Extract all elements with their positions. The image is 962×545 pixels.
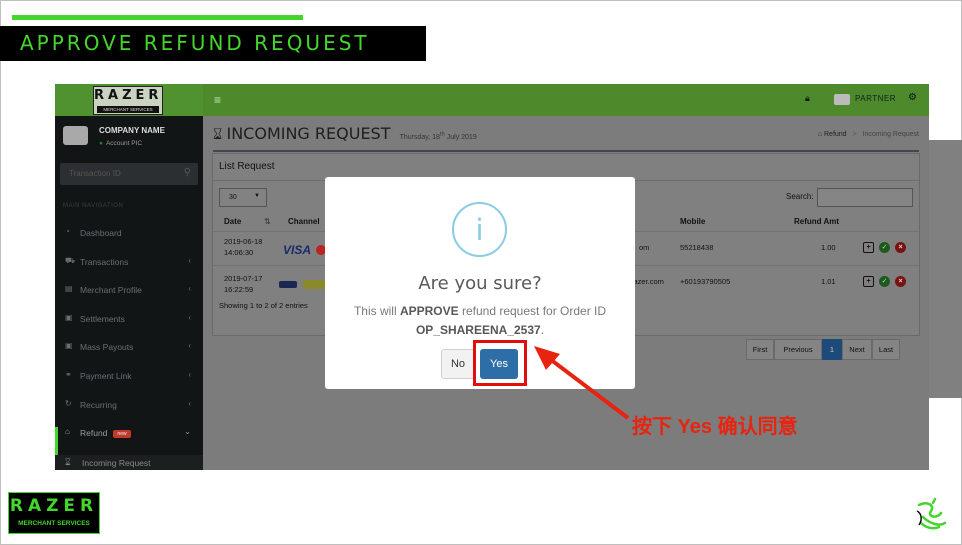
slide-brand-subtitle: MERCHANT SERVICES (18, 520, 90, 527)
transaction-search-placeholder: Transaction ID (69, 169, 121, 178)
chevron-left-icon: ‹ (188, 341, 191, 350)
pager-first[interactable]: First (746, 339, 774, 360)
chevron-left-icon: ‹ (188, 370, 191, 379)
sidebar: COMPANY NAME ● Account PIC Transaction ID… (55, 116, 203, 470)
dashboard-icon: ◔ (65, 227, 70, 236)
user-menu-label[interactable]: PARTNER (855, 94, 896, 103)
top-navbar: RAZER MERCHANT SERVICES ≡ 🔒︎ PARTNER ⚙ (55, 84, 929, 116)
account-pic-label: Account PIC (105, 140, 143, 147)
sidebar-item-label: Payment Link (80, 371, 132, 381)
sidebar-item-label: Mass Payouts (80, 342, 134, 352)
no-button[interactable]: No (441, 349, 475, 379)
sidebar-item-label: Dashboard (80, 228, 122, 238)
sidebar-item-label: Settlements (80, 314, 125, 324)
recurring-icon: ↻ (65, 399, 72, 408)
dialog-text-end: . (540, 323, 545, 337)
refund-icon: ⌂ (65, 427, 70, 436)
company-name: COMPANY NAME (99, 126, 165, 135)
nav-header: MAIN NAVIGATION (63, 203, 124, 209)
pager-last[interactable]: Last (872, 339, 900, 360)
payout-icon: ▣ (65, 341, 73, 350)
slide-title: APPROVE REFUND REQUEST (20, 31, 370, 55)
account-pic: ● Account PIC (99, 140, 142, 147)
sidebar-item-refund[interactable]: ⌂ Refund new ⌄ (55, 420, 203, 446)
slide-brand-word: RAZER (9, 496, 99, 516)
dialog-text-prefix: This will (353, 304, 400, 318)
chevron-down-icon: ⌄ (184, 427, 191, 436)
sidebar-item-merchant-profile[interactable]: ▤ Merchant Profile ‹ (55, 277, 203, 303)
slide-title-bar: APPROVE REFUND REQUEST (0, 26, 426, 61)
info-icon: i (452, 202, 507, 257)
info-glyph: i (475, 213, 484, 247)
razer-logo: RAZER MERCHANT SERVICES (93, 86, 163, 115)
dialog-message: This will APPROVE refund request for Ord… (325, 302, 635, 340)
sidebar-item-transactions[interactable]: ⛟ Transactions ‹ (55, 249, 203, 275)
sidebar-item-payment-link[interactable]: ⚭ Payment Link ‹ (55, 363, 203, 389)
dialog-order-id: OP_SHAREENA_2537 (415, 323, 541, 337)
sidebar-subitem-label: Incoming Request (82, 458, 151, 468)
profile-icon: ▤ (65, 284, 73, 293)
sidebar-item-recurring[interactable]: ↻ Recurring ‹ (55, 392, 203, 418)
gear-icon[interactable]: ⚙ (908, 92, 917, 103)
dialog-text-middle: refund request for Order ID (458, 304, 607, 318)
pager-next[interactable]: Next (842, 339, 872, 360)
dialog-text-action: APPROVE (399, 304, 459, 318)
logo-word: RAZER (94, 88, 163, 103)
annotation-text: 按下 Yes 确认同意 (632, 416, 798, 438)
sidebar-item-dashboard[interactable]: ◔ Dashboard (55, 220, 203, 246)
online-dot-icon: ● (99, 140, 103, 147)
yes-highlight-box (473, 340, 527, 386)
razer-snake-icon (916, 497, 947, 530)
cart-icon: ⛟ (65, 256, 76, 265)
chevron-left-icon: ‹ (188, 256, 191, 265)
logo-area[interactable]: RAZER MERCHANT SERVICES (55, 84, 203, 116)
red-arrow-icon (534, 346, 630, 420)
chevron-left-icon: ‹ (188, 313, 191, 322)
pager-current[interactable]: 1 (822, 339, 842, 360)
slide-accent-line (12, 15, 303, 20)
company-avatar (63, 126, 88, 145)
sidebar-item-label: Transactions (80, 257, 129, 267)
link-icon: ⚭ (65, 370, 72, 379)
slide-brand-logo: RAZER MERCHANT SERVICES (8, 492, 100, 534)
chevron-left-icon: ‹ (188, 399, 191, 408)
sidebar-item-settlements[interactable]: ▣ Settlements ‹ (55, 306, 203, 332)
pager-previous[interactable]: Previous (774, 339, 822, 360)
background-strip (929, 140, 962, 398)
transaction-search-input[interactable]: Transaction ID ⚲ (60, 163, 198, 185)
chevron-left-icon: ‹ (188, 284, 191, 293)
new-badge: new (113, 429, 131, 438)
search-icon[interactable]: ⚲ (184, 167, 191, 178)
sidebar-item-label: Refund (80, 428, 108, 438)
sidebar-subitem-incoming-request[interactable]: ⌛︎ Incoming Request (55, 455, 203, 470)
sidebar-item-label: Recurring (80, 400, 117, 410)
user-avatar-icon[interactable] (834, 94, 850, 105)
hourglass-icon: ⌛︎ (65, 457, 71, 467)
hamburger-icon[interactable]: ≡ (214, 93, 221, 107)
dialog-title: Are you sure? (418, 273, 542, 294)
lock-icon[interactable]: 🔒︎ (805, 93, 810, 104)
sidebar-item-mass-payouts[interactable]: ▣ Mass Payouts ‹ (55, 334, 203, 360)
settlement-icon: ▣ (65, 313, 73, 322)
sidebar-item-label: Merchant Profile (80, 285, 142, 295)
logo-subtitle: MERCHANT SERVICES (97, 106, 159, 113)
